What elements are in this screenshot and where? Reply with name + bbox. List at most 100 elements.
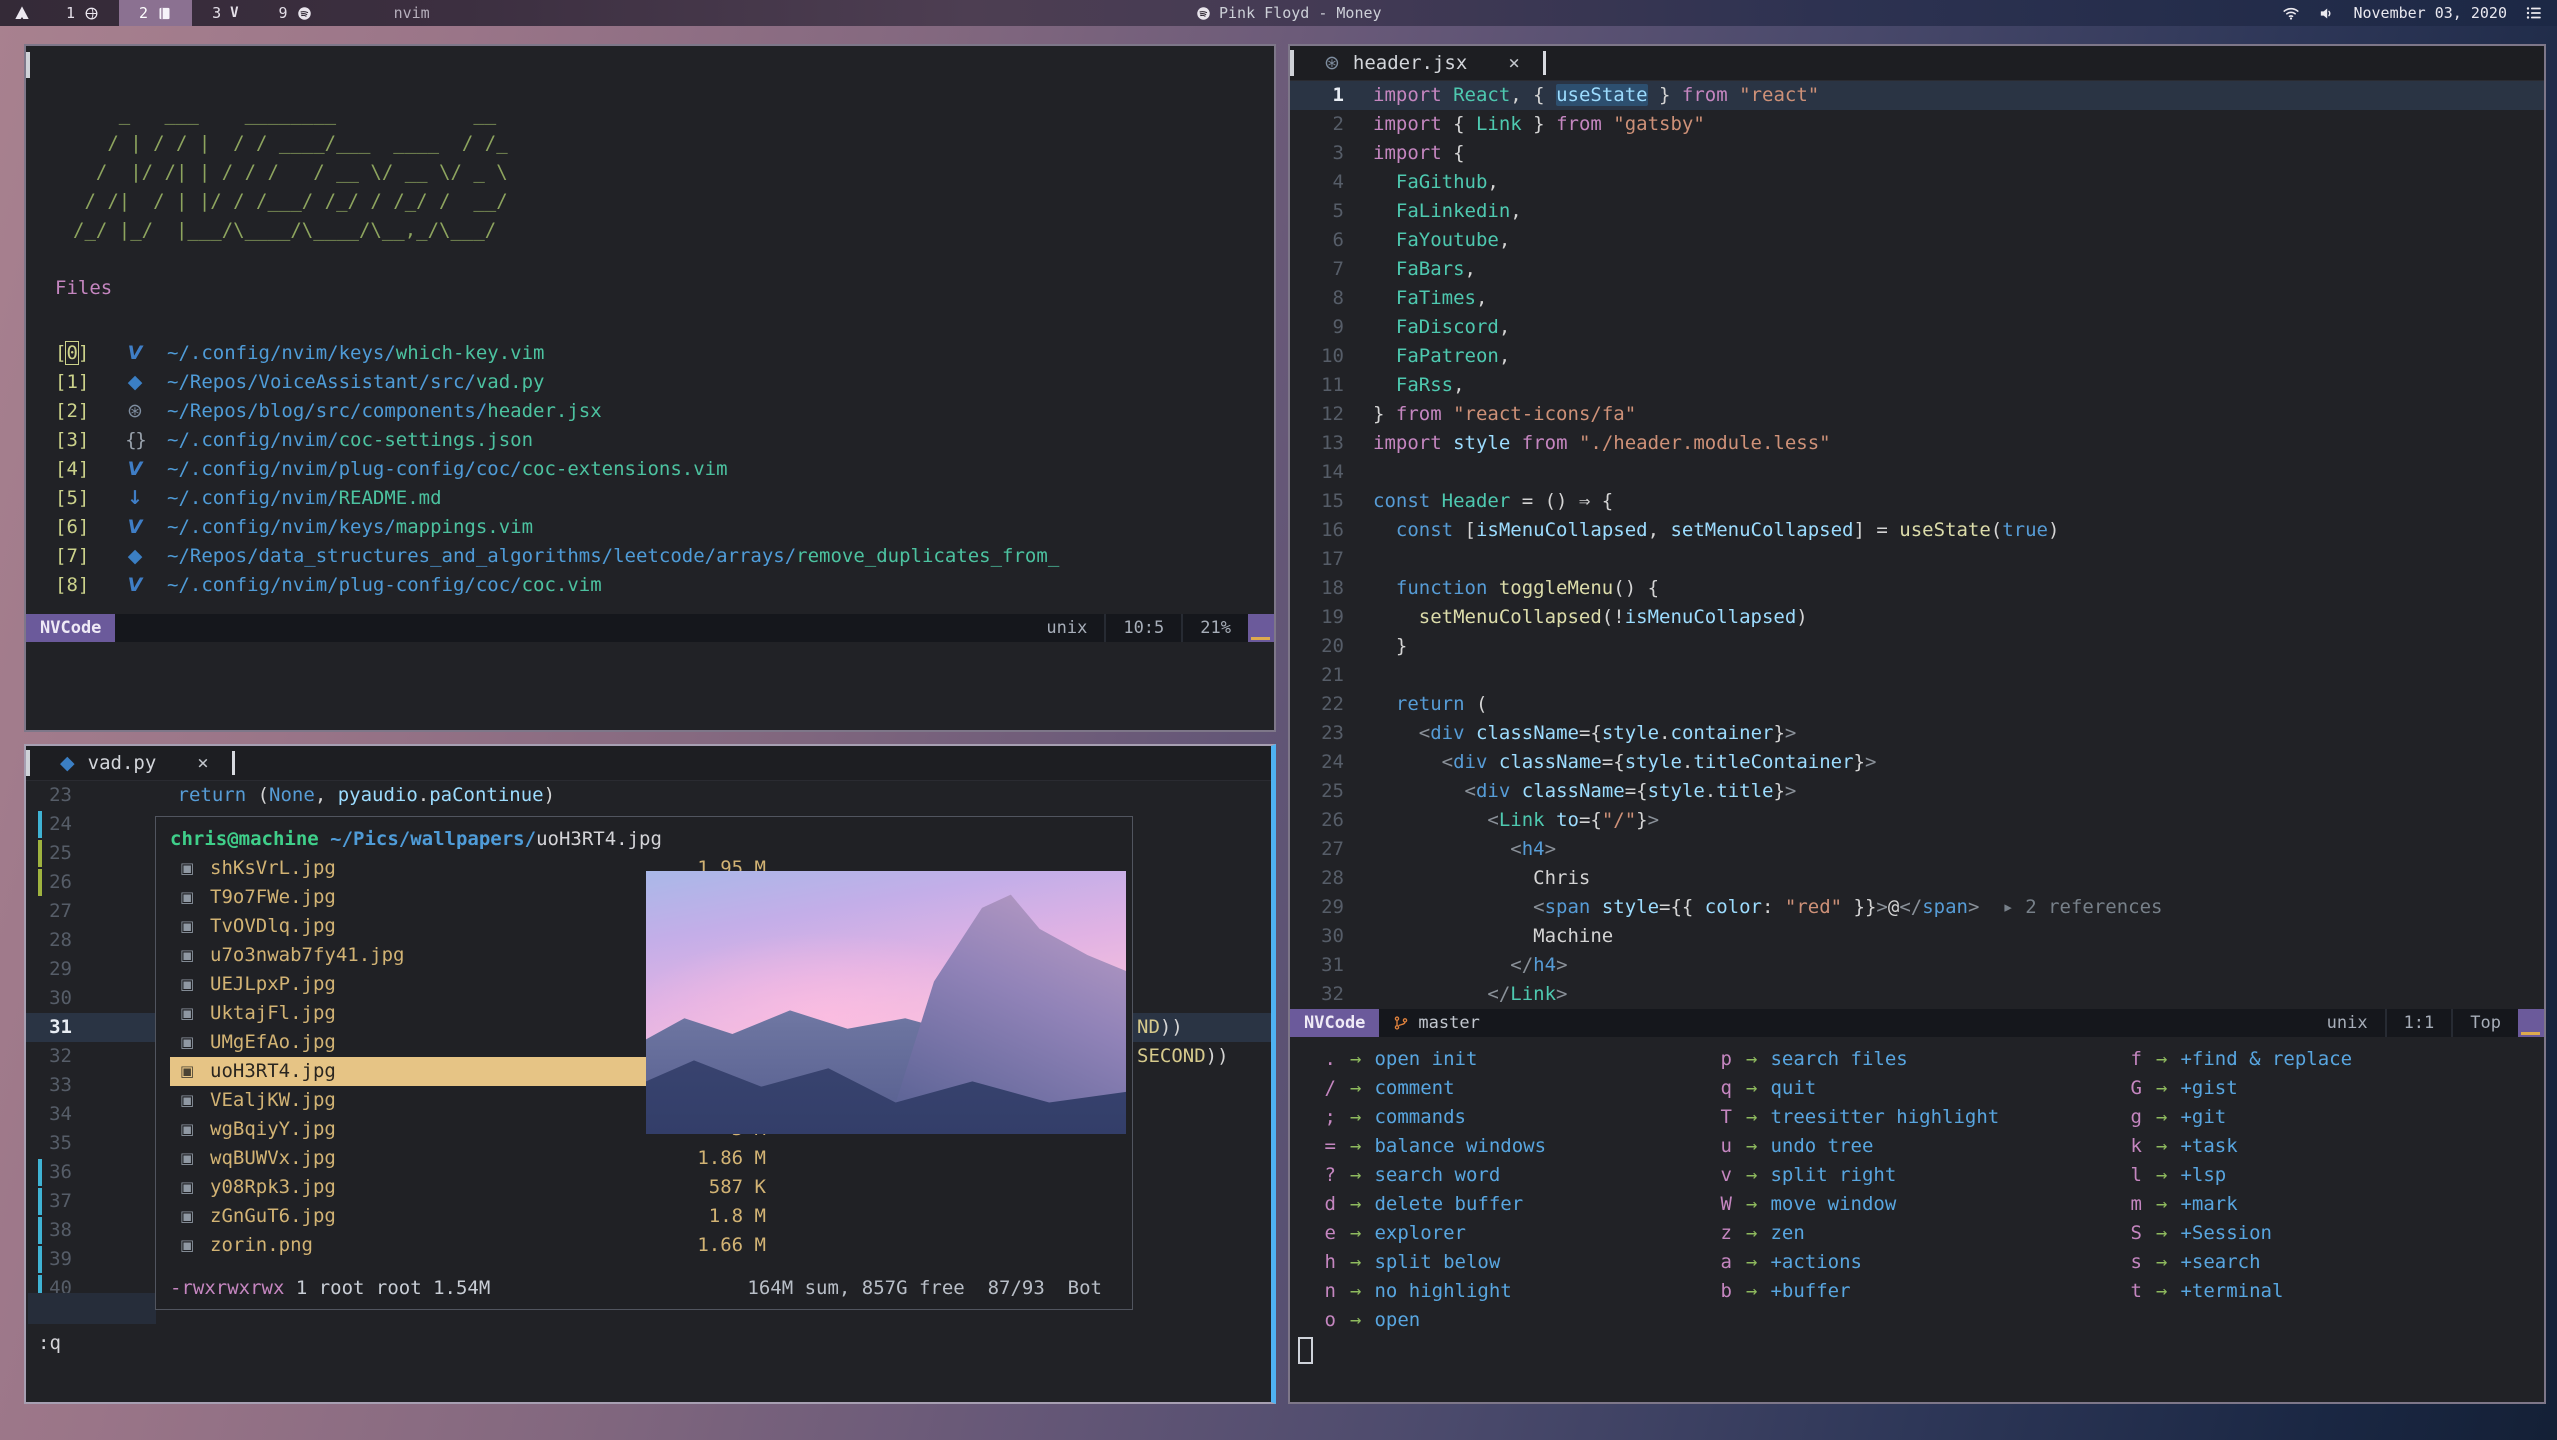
code-line[interactable]: 20 }: [1290, 632, 2544, 661]
startify-entry[interactable]: [7]◆~/Repos/data_structures_and_algorith…: [55, 542, 1274, 571]
code-line[interactable]: 11 FaRss,: [1290, 371, 2544, 400]
whichkey-item[interactable]: ?→search word: [1314, 1161, 1546, 1190]
tab-close-icon[interactable]: ×: [197, 752, 208, 774]
whichkey-item[interactable]: G→+gist: [2120, 1074, 2352, 1103]
whichkey-item[interactable]: a→+actions: [1710, 1248, 1999, 1277]
code-line[interactable]: 29 <span style={{ color: "red" }}>@</spa…: [1290, 893, 2544, 922]
startify-entry[interactable]: [6]V~/.config/nvim/keys/mappings.vim: [55, 513, 1274, 542]
code-line[interactable]: 16 const [isMenuCollapsed, setMenuCollap…: [1290, 516, 2544, 545]
workspace-9[interactable]: 9: [259, 0, 332, 26]
whichkey-item[interactable]: v→split right: [1710, 1161, 1999, 1190]
startify-entry[interactable]: [3]{}~/.config/nvim/coc-settings.json: [55, 426, 1274, 455]
clock[interactable]: November 03, 2020: [2353, 4, 2507, 22]
startify-entry[interactable]: [4]V~/.config/nvim/plug-config/coc/coc-e…: [55, 455, 1274, 484]
whichkey-item[interactable]: S→+Session: [2120, 1219, 2352, 1248]
code-line[interactable]: 28 Chris: [1290, 864, 2544, 893]
whichkey-item[interactable]: z→zen: [1710, 1219, 1999, 1248]
whichkey-item[interactable]: g→+git: [2120, 1103, 2352, 1132]
whichkey-item[interactable]: t→+terminal: [2120, 1277, 2352, 1306]
code-line[interactable]: 1import React, { useState } from "react": [1290, 81, 2544, 110]
startify-entry[interactable]: [5]↓~/.config/nvim/README.md: [55, 484, 1274, 513]
now-playing[interactable]: Pink Floyd - Money: [1196, 0, 1382, 26]
whichkey-item[interactable]: u→undo tree: [1710, 1132, 1999, 1161]
editor-header-jsx[interactable]: 1import React, { useState } from "react"…: [1290, 81, 2544, 1009]
menu-icon[interactable]: [2525, 4, 2543, 22]
code-line[interactable]: 23 return (None, pyaudio.paContinue): [26, 781, 1271, 810]
arrow-icon: →: [1746, 1103, 1757, 1132]
code-line[interactable]: 24 <div className={style.titleContainer}…: [1290, 748, 2544, 777]
window-vad-py[interactable]: ◆ vad.py × 23 return (None, pyaudio.paCo…: [24, 744, 1276, 1404]
whichkey-item[interactable]: n→no highlight: [1314, 1277, 1546, 1306]
whichkey-item[interactable]: h→split below: [1314, 1248, 1546, 1277]
whichkey-item[interactable]: o→open: [1314, 1306, 1546, 1335]
whichkey-item[interactable]: T→treesitter highlight: [1710, 1103, 1999, 1132]
code-line[interactable]: 3import {: [1290, 139, 2544, 168]
code-line[interactable]: 7 FaBars,: [1290, 255, 2544, 284]
code-line[interactable]: 9 FaDiscord,: [1290, 313, 2544, 342]
whichkey-item[interactable]: W→move window: [1710, 1190, 1999, 1219]
code-line[interactable]: 27 <h4>: [1290, 835, 2544, 864]
whichkey-item[interactable]: b→+buffer: [1710, 1277, 1999, 1306]
code-line[interactable]: 21: [1290, 661, 2544, 690]
code-line[interactable]: 6 FaYoutube,: [1290, 226, 2544, 255]
whichkey-item[interactable]: f→+find & replace: [2120, 1045, 2352, 1074]
editor-vad-py[interactable]: 23 return (None, pyaudio.paContinue)2425…: [26, 781, 1271, 1402]
code-line[interactable]: 12} from "react-icons/fa": [1290, 400, 2544, 429]
popup-file-row[interactable]: ▣wqBUWVx.jpg1.86 M: [170, 1144, 784, 1173]
workspace-number: 1: [66, 4, 75, 22]
whichkey-item[interactable]: /→comment: [1314, 1074, 1546, 1103]
workspace-2[interactable]: 2: [119, 0, 192, 26]
code-line[interactable]: 10 FaPatreon,: [1290, 342, 2544, 371]
whichkey-item[interactable]: =→balance windows: [1314, 1132, 1546, 1161]
startify-entry[interactable]: [0]V~/.config/nvim/keys/which-key.vim: [55, 339, 1274, 368]
line-number: 26: [26, 868, 72, 897]
whichkey-item[interactable]: p→search files: [1710, 1045, 1999, 1074]
whichkey-item[interactable]: .→open init: [1314, 1045, 1546, 1074]
whichkey-item[interactable]: e→explorer: [1314, 1219, 1546, 1248]
tab-vad-py[interactable]: ◆ vad.py ×: [26, 751, 245, 775]
file-picker-popup[interactable]: chris@machine ~/Pics/wallpapers/ uoH3RT4…: [155, 816, 1133, 1310]
code-line[interactable]: 14: [1290, 458, 2544, 487]
code-line[interactable]: 22 return (: [1290, 690, 2544, 719]
whichkey-item[interactable]: d→delete buffer: [1314, 1190, 1546, 1219]
whichkey-item[interactable]: s→+search: [2120, 1248, 2352, 1277]
code-line[interactable]: 30 Machine: [1290, 922, 2544, 951]
line-number: 26: [1290, 806, 1344, 835]
whichkey-item[interactable]: q→quit: [1710, 1074, 1999, 1103]
code-line[interactable]: 17: [1290, 545, 2544, 574]
whichkey-item[interactable]: k→+task: [2120, 1132, 2352, 1161]
startify-entry[interactable]: [1]◆~/Repos/VoiceAssistant/src/vad.py: [55, 368, 1274, 397]
wifi-icon[interactable]: [2282, 4, 2300, 22]
whichkey-item[interactable]: ;→commands: [1314, 1103, 1546, 1132]
line-number: 34: [26, 1100, 72, 1129]
popup-file-row[interactable]: ▣zGnGuT6.jpg1.8 M: [170, 1202, 784, 1231]
code-line[interactable]: 25 <div className={style.title}>: [1290, 777, 2544, 806]
code-line[interactable]: 26 <Link to={"/"}>: [1290, 806, 2544, 835]
code-line[interactable]: 32 </Link>: [1290, 980, 2544, 1009]
workspace-1[interactable]: 1: [46, 0, 119, 26]
code-line[interactable]: 15const Header = () ⇒ {: [1290, 487, 2544, 516]
whichkey-item[interactable]: l→+lsp: [2120, 1161, 2352, 1190]
code-line[interactable]: 8 FaTimes,: [1290, 284, 2544, 313]
window-startify[interactable]: _ ___ ________ __ / | / / | / / ____/___…: [24, 44, 1276, 732]
code-line[interactable]: 23 <div className={style.container}>: [1290, 719, 2544, 748]
code-line[interactable]: 4 FaGithub,: [1290, 168, 2544, 197]
whichkey-item[interactable]: m→+mark: [2120, 1190, 2352, 1219]
startify-entry[interactable]: [2]⊛~/Repos/blog/src/components/header.j…: [55, 397, 1274, 426]
tab-close-icon[interactable]: ×: [1508, 52, 1519, 74]
code-line[interactable]: 2import { Link } from "gatsby": [1290, 110, 2544, 139]
command-line[interactable]: :q: [38, 1329, 61, 1358]
tab-header-jsx[interactable]: ⊛ header.jsx ×: [1290, 51, 1556, 75]
popup-file-row[interactable]: ▣zorin.png1.66 M: [170, 1231, 784, 1260]
code-line[interactable]: 5 FaLinkedin,: [1290, 197, 2544, 226]
workspace-3[interactable]: 3V: [192, 0, 258, 26]
arch-logo-icon[interactable]: [0, 5, 46, 21]
volume-icon[interactable]: [2318, 5, 2335, 22]
startify-entry[interactable]: [8]V~/.config/nvim/plug-config/coc/coc.v…: [55, 571, 1274, 600]
window-header-jsx[interactable]: ⊛ header.jsx × 1import React, { useState…: [1288, 44, 2546, 1404]
code-line[interactable]: 31 </h4>: [1290, 951, 2544, 980]
popup-file-row[interactable]: ▣y08Rpk3.jpg587 K: [170, 1173, 784, 1202]
code-line[interactable]: 19 setMenuCollapsed(!isMenuCollapsed): [1290, 603, 2544, 632]
code-line[interactable]: 18 function toggleMenu() {: [1290, 574, 2544, 603]
code-line[interactable]: 13import style from "./header.module.les…: [1290, 429, 2544, 458]
